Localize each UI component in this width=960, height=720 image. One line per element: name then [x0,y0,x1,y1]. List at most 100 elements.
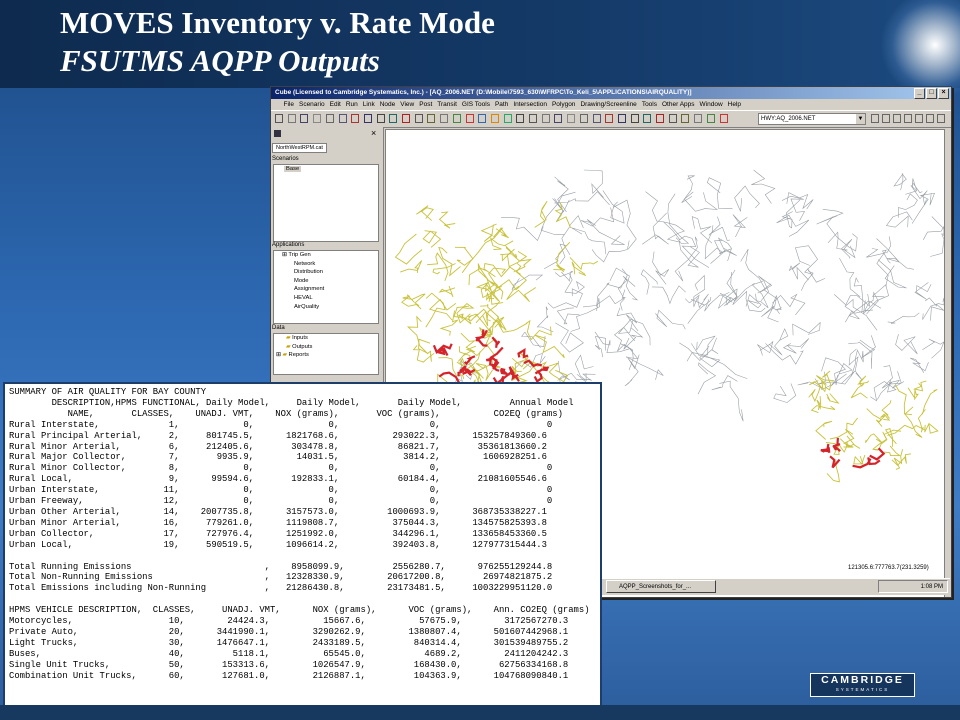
toolbar-tool-icon[interactable] [452,114,461,123]
toolbar-tool-icon[interactable] [656,114,664,123]
menu-item-link[interactable]: Link [360,99,377,110]
toolbar-tool-icon[interactable] [376,114,385,123]
save-icon[interactable] [274,130,281,137]
data-item-reports[interactable]: ⊞ ▰ Reports [274,351,378,360]
toolbar-tool-icon[interactable] [490,114,499,123]
menu-item-edit[interactable]: Edit [327,99,343,110]
toolbar-tool-icon[interactable] [287,114,296,123]
app-item-distribution[interactable]: Distribution [282,268,378,277]
toolbar-tool-icon[interactable] [402,114,410,123]
menu-item-polygon[interactable]: Polygon [549,99,578,110]
menu-item-other-apps[interactable]: Other Apps [660,99,698,110]
toolbar-tool-icon[interactable] [706,114,715,123]
toolbar-tool-icon[interactable] [882,114,890,123]
data-item-outputs[interactable]: ▰ Outputs [274,343,378,352]
network-link [474,308,489,327]
toolbar-tool-icon[interactable] [579,114,588,123]
maximize-button[interactable]: □ [926,88,937,99]
menu-item-gis-tools[interactable]: GIS Tools [459,99,492,110]
toolbar-tool-icon[interactable] [567,114,576,123]
menu-item-node[interactable]: Node [377,99,398,110]
toolbar-tool-icon[interactable] [630,114,639,123]
network-link [624,354,640,387]
toolbar-tool-icon[interactable] [503,114,512,123]
toolbar-tool-icon[interactable] [414,114,423,123]
minimize-button[interactable]: _ [914,88,925,99]
menu-item-tools[interactable]: Tools [639,99,659,110]
toolbar-tool-icon[interactable] [605,114,614,123]
menu-item-view[interactable]: View [398,99,417,110]
window-titlebar[interactable]: Cube (Licensed to Cambridge Systematics,… [271,87,951,99]
network-link [910,184,928,206]
toolbar-tool-icon[interactable] [592,114,601,123]
toolbar-tool-icon[interactable] [694,114,703,123]
toolbar-tool-icon[interactable] [719,114,728,123]
close-button[interactable]: × [938,88,949,99]
toolbar-tool-icon[interactable] [465,114,474,123]
toolbar-tool-icon[interactable] [681,114,690,123]
window-title: Cube (Licensed to Cambridge Systematics,… [275,89,692,96]
toolbar-tool-icon[interactable] [904,114,912,123]
network-link [583,169,604,198]
network-link [732,214,748,238]
app-item-mode[interactable]: Mode [282,277,378,286]
layer-combo[interactable]: HWY:AQ_2006.NET [758,113,866,125]
slide-title: MOVES Inventory v. Rate Mode FSUTMS AQPP… [60,4,495,80]
data-item-inputs[interactable]: ▰ Inputs [274,334,378,343]
network-link [834,294,878,331]
app-item-network[interactable]: Network [282,260,378,269]
toolbar-tool-icon[interactable] [363,114,372,123]
toolbar-tool-icon[interactable] [338,114,347,123]
catalog-tab[interactable]: NorthWestRPM.cat [272,143,327,153]
menu-item-post[interactable]: Post [417,99,435,110]
menu-item-window[interactable]: Window [697,99,725,110]
network-link [687,296,712,324]
toolbar-tool-icon[interactable] [554,114,563,123]
menu-item-intersection[interactable]: Intersection [511,99,550,110]
slide-title-line2: FSUTMS AQPP Outputs [60,43,380,78]
toolbar-tool-icon[interactable] [643,114,652,123]
toolbar-tool-icon[interactable] [389,114,398,123]
toolbar-tool-icon[interactable] [275,114,283,123]
applications-header: Applications [272,242,305,248]
toolbar-tool-icon[interactable] [893,114,901,123]
toolbar-tool-icon[interactable] [351,114,360,123]
menu-item-path[interactable]: Path [492,99,510,110]
network-link [773,383,797,403]
toolbar-tool-icon[interactable] [440,114,449,123]
menu-item-file[interactable]: File [281,99,296,110]
toolbar-tool-icon[interactable] [871,114,879,123]
network-link [757,341,774,356]
close-panel-icon[interactable]: × [371,128,376,138]
network-link [810,405,836,414]
menu-item-help[interactable]: Help [725,99,743,110]
data-list: ▰ Inputs ▰ Outputs ⊞ ▰ Reports [273,333,379,375]
air-quality-report: SUMMARY OF AIR QUALITY FOR BAY COUNTY DE… [3,382,602,718]
menu-item-scenario[interactable]: Scenario [296,99,327,110]
scenario-item[interactable]: Base [274,165,378,174]
toolbar-tool-icon[interactable] [541,114,550,123]
vehicle-row: Motorcycles, 10, 24424.3, 15667.6, 57675… [9,616,569,627]
menu-item-drawing-screenline[interactable]: Drawing/Screenline [578,99,639,110]
toolbar-tool-icon[interactable] [313,114,322,123]
toolbar-tool-icon[interactable] [300,114,309,123]
toolbar-tool-icon[interactable] [325,114,334,123]
app-item-assignment[interactable]: Assignment [282,285,378,294]
app-item-trip-gen[interactable]: ⊞ Trip Gen [282,251,378,260]
taskbar-task-button[interactable]: AQPP_Screenshots_for_... [606,580,716,593]
toolbar-tool-icon[interactable] [516,114,525,123]
toolbar-tool-icon[interactable] [926,114,934,123]
toolbar-tool-icon[interactable] [668,114,677,123]
network-link [438,211,456,229]
toolbar-tool-icon[interactable] [427,114,436,123]
toolbar-tool-icon[interactable] [478,114,487,123]
menu-item-transit[interactable]: Transit [435,99,460,110]
toolbar-tool-icon[interactable] [915,114,923,123]
toolbar-tool-icon[interactable] [529,114,537,123]
app-item-heval[interactable]: HEVAL [282,294,378,303]
toolbar-tool-icon[interactable] [937,114,945,123]
menu-item-run[interactable]: Run [343,99,360,110]
toolbar-tool-icon[interactable] [617,114,626,123]
catalog-toolbar: × [271,127,383,141]
app-item-airquality[interactable]: AirQuality [282,303,378,312]
